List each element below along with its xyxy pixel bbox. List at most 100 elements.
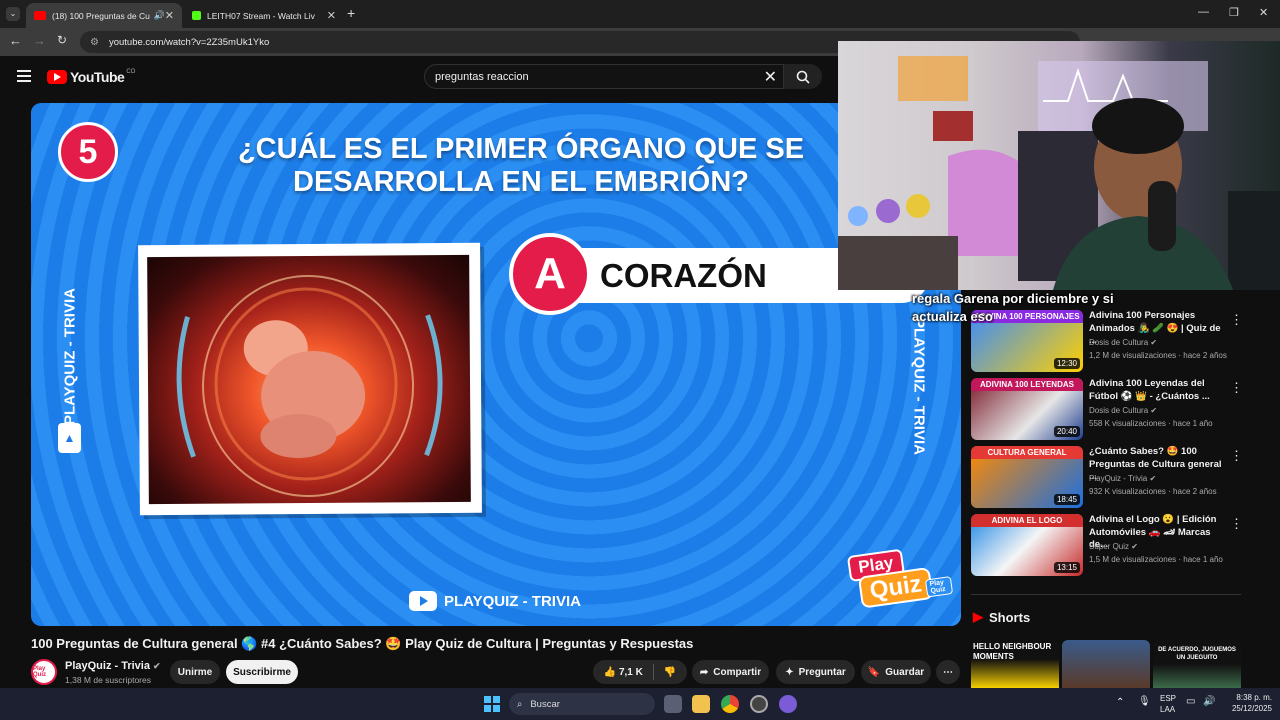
like-button[interactable]: 👍 7,1 K	[604, 667, 643, 678]
speaker-icon[interactable]: 🔊	[154, 10, 165, 21]
channel-avatar[interactable]: Play Quiz	[31, 659, 57, 685]
recommendation-item[interactable]: ADIVINA 100 LEYENDAS 20:40 Adivina 100 L…	[971, 378, 1243, 440]
clock-date: 25/12/2025	[1231, 704, 1272, 713]
browser-tab-bar: ⌄ (18) 100 Preguntas de Cultu 🔊 ✕ LEITH0…	[0, 0, 1280, 28]
tab-search-button[interactable]: ⌄	[6, 7, 20, 21]
close-window-icon[interactable]: ✕	[1259, 6, 1268, 19]
answer-text: CORAZÓN	[600, 257, 767, 294]
url-text: youtube.com/watch?v=2Z35mUk1Yko	[108, 36, 270, 48]
share-button[interactable]: ➦ Compartir	[692, 660, 769, 684]
forward-icon[interactable]: →	[33, 33, 46, 48]
channel-name[interactable]: PlayQuiz - Trivia ✔	[65, 660, 161, 672]
recommendation-item[interactable]: ADIVINA EL LOGO 13:15 Adivina el Logo 😮 …	[971, 514, 1243, 576]
more-options-icon[interactable]: ⋮	[1230, 380, 1243, 396]
recommendation-channel-text: Super Quiz	[1089, 542, 1130, 551]
dislike-icon[interactable]: 👎	[664, 667, 676, 678]
thumbnail-band: CULTURA GENERAL	[971, 446, 1083, 459]
volume-icon[interactable]: 🔊	[1203, 696, 1215, 707]
webcam-overlay	[838, 41, 1280, 290]
file-explorer-icon[interactable]	[692, 695, 710, 713]
share-label: Compartir	[713, 666, 762, 678]
overlay-line: regala Garena por diciembre y si	[912, 291, 1114, 306]
verified-icon: ✔	[1149, 474, 1157, 483]
stream-chat-overlay: regala Garena por diciembre y si actuali…	[912, 290, 1114, 326]
youtube-logo[interactable]: YouTube CO	[47, 69, 135, 85]
start-icon[interactable]	[484, 696, 500, 712]
task-view-icon[interactable]	[664, 695, 682, 713]
recommendation-meta: 932 K visualizaciones · hace 2 años	[1089, 487, 1217, 496]
back-icon[interactable]: ←	[9, 33, 22, 48]
thumbnail-band: ADIVINA 100 LEYENDAS	[971, 378, 1083, 391]
tray-overflow-icon[interactable]: ⌃	[1116, 697, 1124, 708]
more-actions-icon[interactable]: ⋯	[936, 660, 960, 684]
overlay-line: actualiza eso	[912, 309, 993, 324]
kick-favicon	[192, 11, 201, 20]
search-button[interactable]	[784, 64, 822, 89]
tab-youtube[interactable]: (18) 100 Preguntas de Cultu 🔊 ✕	[26, 3, 182, 28]
question-text: ¿CUÁL ES EL PRIMER ÓRGANO QUE SE DESARRO…	[237, 133, 805, 198]
obs-icon[interactable]	[750, 695, 768, 713]
ask-button[interactable]: ✦ Preguntar	[776, 660, 855, 684]
language-code: ESP	[1160, 694, 1177, 703]
recommendation-channel-text: PlayQuiz - Trivia	[1089, 474, 1148, 483]
close-tab-icon[interactable]: ✕	[165, 9, 174, 22]
search-query: preguntas reaccion	[435, 70, 529, 83]
ask-label: Preguntar	[798, 666, 846, 678]
side-label-right: PLAYQUIZ - TRIVIA	[904, 308, 934, 468]
recommendation-title[interactable]: Adivina 100 Leyendas del Fútbol ⚽ 👑 - ¿C…	[1089, 378, 1224, 403]
hamburger-menu-icon[interactable]	[17, 70, 31, 82]
more-options-icon[interactable]: ⋮	[1230, 312, 1243, 328]
recommendation-channel[interactable]: Dosis de Cultura ✔	[1089, 338, 1157, 347]
search-icon: ⌕	[517, 698, 523, 710]
recommendation-thumbnail[interactable]: ADIVINA 100 LEYENDAS 20:40	[971, 378, 1083, 440]
chrome-icon[interactable]	[721, 695, 739, 713]
windows-taskbar: ⌕ Buscar ⌃ 🎙 ESP LAA ▭ 🔊 8:38 p. m. 25/1…	[0, 688, 1280, 720]
logo-mini-text: Play Quiz	[924, 576, 954, 598]
youtube-favicon	[34, 11, 46, 20]
question-image-frame	[138, 242, 482, 516]
close-tab-icon[interactable]: ✕	[327, 9, 336, 22]
country-code: CO	[126, 69, 136, 75]
side-label-left: PLAYQUIZ - TRIVIA ▲	[55, 268, 85, 458]
youtube-watermark-icon	[409, 591, 437, 611]
thumbnail-band: ADIVINA EL LOGO	[971, 514, 1083, 527]
recommendation-item[interactable]: CULTURA GENERAL 18:45 ¿Cuánto Sabes? 🤩 1…	[971, 446, 1243, 508]
answer-letter: A	[509, 233, 591, 315]
recommendation-thumbnail[interactable]: CULTURA GENERAL 18:45	[971, 446, 1083, 508]
more-options-icon[interactable]: ⋮	[1230, 448, 1243, 464]
recommendation-channel[interactable]: Dosis de Cultura ✔	[1089, 406, 1157, 415]
clock[interactable]: 8:38 p. m. 25/12/2025	[1232, 692, 1272, 714]
like-dislike-group: 👍 7,1 K 👎	[593, 660, 687, 684]
microphone-icon[interactable]: 🎙	[1138, 696, 1151, 707]
recommendation-thumbnail[interactable]: ADIVINA EL LOGO 13:15	[971, 514, 1083, 576]
verified-icon: ✔	[1150, 338, 1158, 347]
recommendation-channel[interactable]: Super Quiz ✔	[1089, 542, 1138, 551]
subscribe-button[interactable]: Suscribirme	[226, 660, 298, 684]
taskbar-search[interactable]: ⌕ Buscar	[509, 693, 655, 715]
channel-watermark: PLAYQUIZ - TRIVIA	[409, 591, 581, 611]
network-icon[interactable]: ▭	[1186, 696, 1195, 707]
tab-kick[interactable]: LEITH07 Stream - Watch Live o ✕	[184, 3, 344, 28]
short-thumbnail[interactable]: DE ACUERDO, JUGUEMOS UN JUEGUITO	[1153, 640, 1241, 688]
recommendation-channel[interactable]: PlayQuiz - Trivia ✔	[1089, 474, 1156, 483]
minimize-icon[interactable]: —	[1198, 6, 1209, 18]
save-button[interactable]: 🔖 Guardar	[861, 660, 931, 684]
site-info-icon[interactable]: ⚙	[90, 37, 99, 48]
new-tab-icon[interactable]: +	[347, 5, 355, 21]
video-player[interactable]: 5 ¿CUÁL ES EL PRIMER ÓRGANO QUE SE DESAR…	[31, 103, 961, 626]
restore-icon[interactable]: ❐	[1229, 6, 1239, 19]
like-count: 7,1 K	[618, 666, 643, 678]
join-button[interactable]: Unirme	[170, 660, 220, 684]
more-options-icon[interactable]: ⋮	[1230, 516, 1243, 532]
divider	[971, 594, 1241, 595]
short-thumbnail[interactable]: HELLO NEIGHBOUR MOMENTS	[971, 640, 1059, 688]
reload-icon[interactable]: ↻	[57, 33, 67, 47]
short-thumbnail[interactable]	[1062, 640, 1150, 688]
clear-search-icon[interactable]: ✕	[764, 67, 777, 87]
search-input[interactable]: preguntas reaccion ✕	[424, 64, 784, 89]
subscriber-count: 1,38 M de suscriptores	[65, 675, 151, 685]
shorts-heading: ▶ Shorts	[973, 609, 1030, 625]
language-indicator[interactable]: ESP LAA	[1160, 693, 1176, 715]
app-icon[interactable]	[779, 695, 797, 713]
duration-badge: 13:15	[1053, 562, 1080, 573]
